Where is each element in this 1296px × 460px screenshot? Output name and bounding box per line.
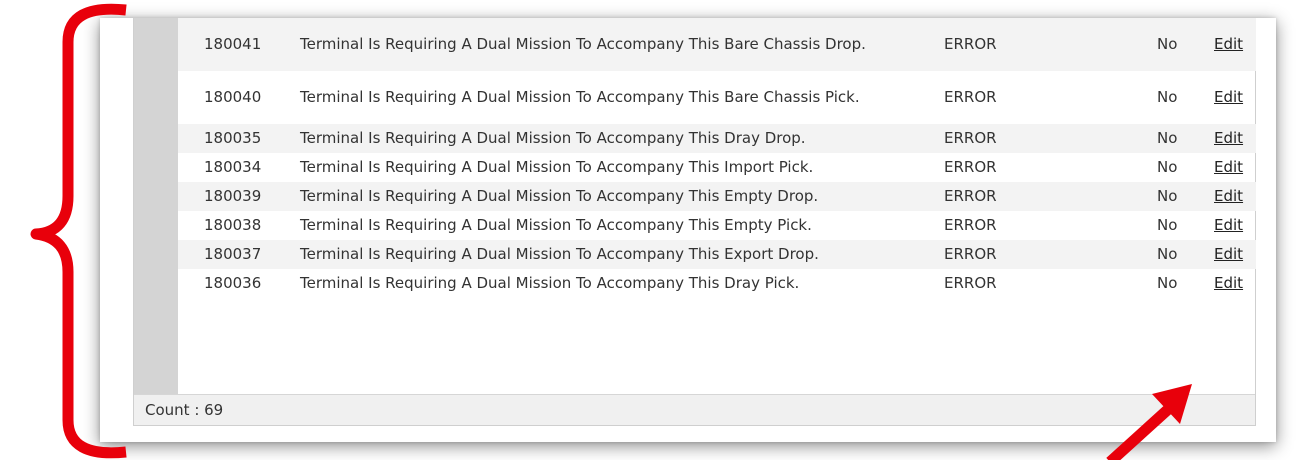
- flag-cell: No: [1157, 216, 1178, 234]
- level-cell: ERROR: [944, 274, 997, 292]
- description-cell: Terminal Is Requiring A Dual Mission To …: [300, 274, 800, 292]
- arrow-annotation-icon: [1106, 384, 1192, 460]
- grid-rows: 180041 Terminal Is Requiring A Dual Miss…: [178, 18, 1256, 298]
- table-row[interactable]: 180041 Terminal Is Requiring A Dual Miss…: [178, 18, 1256, 71]
- rule-id-cell: 180035: [204, 129, 262, 147]
- level-cell: ERROR: [944, 245, 997, 263]
- description-cell: Terminal Is Requiring A Dual Mission To …: [300, 158, 814, 176]
- rule-id-cell: 180034: [204, 158, 262, 176]
- table-row[interactable]: 180040 Terminal Is Requiring A Dual Miss…: [178, 71, 1256, 124]
- rule-id-cell: 180039: [204, 187, 262, 205]
- description-cell: Terminal Is Requiring A Dual Mission To …: [300, 35, 866, 53]
- level-cell: ERROR: [944, 158, 997, 176]
- flag-cell: No: [1157, 88, 1178, 106]
- level-cell: ERROR: [944, 88, 997, 106]
- edit-link[interactable]: Edit: [1214, 273, 1243, 294]
- level-cell: ERROR: [944, 129, 997, 147]
- rule-id-cell: 180036: [204, 274, 262, 292]
- screenshot-stage: 180041 Terminal Is Requiring A Dual Miss…: [0, 0, 1296, 460]
- level-cell: ERROR: [944, 187, 997, 205]
- curly-brace-annotation-icon: [30, 3, 127, 459]
- rule-id-cell: 180037: [204, 245, 262, 263]
- rule-id-cell: 180041: [204, 35, 262, 53]
- edit-link[interactable]: Edit: [1214, 215, 1243, 236]
- flag-cell: No: [1157, 274, 1178, 292]
- edit-link[interactable]: Edit: [1214, 128, 1243, 149]
- rule-id-cell: 180040: [204, 88, 262, 106]
- edit-link[interactable]: Edit: [1214, 34, 1243, 55]
- row-selector-gutter[interactable]: [134, 18, 178, 394]
- table-row[interactable]: 180039 Terminal Is Requiring A Dual Miss…: [178, 182, 1256, 211]
- table-row[interactable]: 180036 Terminal Is Requiring A Dual Miss…: [178, 269, 1256, 298]
- table-row[interactable]: 180034 Terminal Is Requiring A Dual Miss…: [178, 153, 1256, 182]
- description-cell: Terminal Is Requiring A Dual Mission To …: [300, 129, 806, 147]
- flag-cell: No: [1157, 158, 1178, 176]
- description-cell: Terminal Is Requiring A Dual Mission To …: [300, 245, 819, 263]
- table-row[interactable]: 180037 Terminal Is Requiring A Dual Miss…: [178, 240, 1256, 269]
- flag-cell: No: [1157, 187, 1178, 205]
- flag-cell: No: [1157, 245, 1178, 263]
- edit-link[interactable]: Edit: [1214, 157, 1243, 178]
- data-grid: 180041 Terminal Is Requiring A Dual Miss…: [133, 18, 1256, 426]
- grid-footer: Count : 69: [134, 394, 1255, 425]
- table-row[interactable]: 180035 Terminal Is Requiring A Dual Miss…: [178, 124, 1256, 153]
- description-cell: Terminal Is Requiring A Dual Mission To …: [300, 88, 860, 106]
- edit-link[interactable]: Edit: [1214, 244, 1243, 265]
- description-cell: Terminal Is Requiring A Dual Mission To …: [300, 187, 819, 205]
- table-row[interactable]: 180038 Terminal Is Requiring A Dual Miss…: [178, 211, 1256, 240]
- edit-link[interactable]: Edit: [1214, 186, 1243, 207]
- flag-cell: No: [1157, 129, 1178, 147]
- edit-link[interactable]: Edit: [1214, 87, 1243, 108]
- level-cell: ERROR: [944, 35, 997, 53]
- record-count: Count : 69: [145, 401, 224, 419]
- level-cell: ERROR: [944, 216, 997, 234]
- flag-cell: No: [1157, 35, 1178, 53]
- description-cell: Terminal Is Requiring A Dual Mission To …: [300, 216, 812, 234]
- rule-id-cell: 180038: [204, 216, 262, 234]
